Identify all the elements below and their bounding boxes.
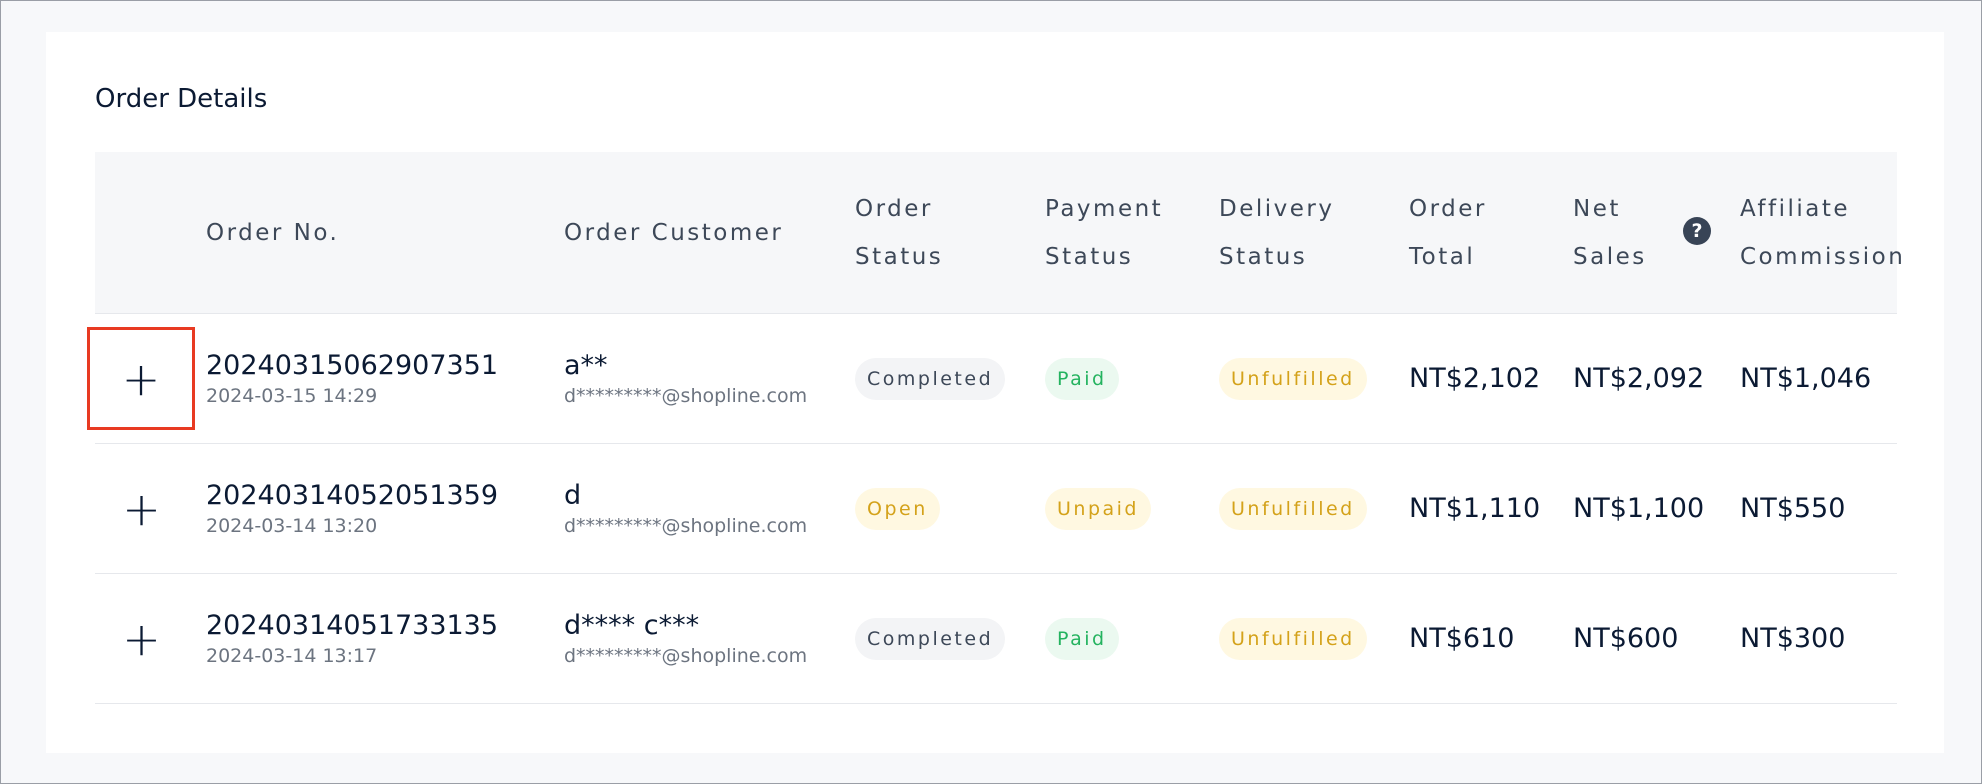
expand-row-plus-icon[interactable]: + — [95, 574, 188, 703]
net-sales-value: NT$1,100 — [1573, 493, 1705, 524]
delivery-status-badge: Unfulfilled — [1219, 487, 1367, 530]
header-net-sales[interactable]: Net Sales — [1573, 152, 1647, 313]
order-status-cell: Open — [855, 444, 940, 573]
order-no-cell: 20240315062907351 2024-03-15 14:29 — [206, 314, 498, 443]
header-payment-status-line1: Payment — [1045, 195, 1164, 222]
payment-status-cell: Paid — [1045, 314, 1119, 443]
order-status-cell: Completed — [855, 314, 1006, 443]
header-delivery-status[interactable]: Delivery Status — [1219, 152, 1334, 313]
header-net-sales-line2: Sales — [1573, 243, 1647, 270]
customer-name: d**** c*** — [564, 609, 700, 641]
delivery-status-cell: Unfulfilled — [1219, 574, 1367, 703]
order-table: Order No. Order Customer Order Status Pa… — [87, 152, 1903, 704]
customer-email: d*********@shopline.com — [564, 384, 808, 407]
header-affiliate-commission[interactable]: Affiliate Commission — [1740, 152, 1905, 313]
header-order-total-line2: Total — [1409, 243, 1476, 270]
order-total-cell: NT$1,110 — [1409, 444, 1540, 573]
order-number[interactable]: 20240314052051359 — [206, 479, 498, 513]
order-total-value: NT$1,110 — [1409, 493, 1541, 524]
header-order-total-line1: Order — [1409, 195, 1487, 222]
affiliate-commission-cell: NT$300 — [1740, 574, 1845, 703]
order-status-badge: Open — [855, 487, 940, 530]
net-sales-cell: NT$2,092 — [1573, 314, 1704, 443]
customer-email: d*********@shopline.com — [564, 514, 808, 537]
header-order-total[interactable]: Order Total — [1409, 152, 1487, 313]
affiliate-commission-cell: NT$1,046 — [1740, 314, 1871, 443]
header-payment-status[interactable]: Payment Status — [1045, 152, 1163, 313]
affiliate-commission-value: NT$550 — [1740, 493, 1846, 524]
header-order-status-line1: Order — [855, 195, 933, 222]
header-delivery-status-line2: Status — [1219, 243, 1308, 270]
affiliate-commission-value: NT$300 — [1740, 623, 1846, 654]
delivery-status-badge: Unfulfilled — [1219, 357, 1367, 400]
table-row: + 20240315062907351 2024-03-15 14:29 a**… — [87, 314, 1897, 444]
order-total-cell: NT$610 — [1409, 574, 1514, 703]
table-row: + 20240314051733135 2024-03-14 13:17 d**… — [95, 574, 1897, 704]
customer-email: d*********@shopline.com — [564, 644, 808, 667]
order-status-badge: Completed — [855, 357, 1006, 400]
customer-cell: d**** c*** d*********@shopline.com — [564, 574, 807, 703]
header-net-sales-line1: Net — [1573, 195, 1621, 222]
order-status-badge: Completed — [855, 617, 1006, 660]
net-sales-cell: NT$600 — [1573, 574, 1678, 703]
order-number[interactable]: 20240314051733135 — [206, 609, 498, 643]
net-sales-value: NT$600 — [1573, 623, 1679, 654]
table-row: + 20240314052051359 2024-03-14 13:20 d d… — [95, 444, 1897, 574]
net-sales-value: NT$2,092 — [1573, 363, 1705, 394]
header-order-customer[interactable]: Order Customer — [564, 152, 783, 313]
payment-status-cell: Unpaid — [1045, 444, 1151, 573]
header-affiliate-commission-line2: Commission — [1740, 243, 1906, 270]
expand-row-plus-icon[interactable]: + — [87, 327, 195, 430]
delivery-status-cell: Unfulfilled — [1219, 314, 1367, 443]
affiliate-commission-cell: NT$550 — [1740, 444, 1845, 573]
header-affiliate-commission-line1: Affiliate — [1740, 195, 1851, 222]
order-total-cell: NT$2,102 — [1409, 314, 1540, 443]
affiliate-commission-value: NT$1,046 — [1740, 363, 1872, 394]
customer-name: d — [564, 479, 582, 511]
header-order-no-label: Order No. — [206, 219, 340, 246]
net-sales-cell: NT$1,100 — [1573, 444, 1704, 573]
order-total-value: NT$2,102 — [1409, 363, 1541, 394]
customer-cell: a** d*********@shopline.com — [564, 314, 807, 443]
order-total-value: NT$610 — [1409, 623, 1515, 654]
header-delivery-status-line1: Delivery — [1219, 195, 1335, 222]
payment-status-badge: Unpaid — [1045, 487, 1151, 530]
customer-cell: d d*********@shopline.com — [564, 444, 807, 573]
customer-name: a** — [564, 349, 608, 381]
payment-status-badge: Paid — [1045, 617, 1119, 660]
header-order-status-line2: Status — [855, 243, 944, 270]
delivery-status-cell: Unfulfilled — [1219, 444, 1367, 573]
payment-status-cell: Paid — [1045, 574, 1119, 703]
order-date: 2024-03-15 14:29 — [206, 384, 378, 407]
section-title: Order Details — [95, 84, 268, 114]
page-frame: Order Details Order No. Order Customer O… — [0, 0, 1982, 784]
header-order-status[interactable]: Order Status — [855, 152, 943, 313]
order-status-cell: Completed — [855, 574, 1006, 703]
order-date: 2024-03-14 13:17 — [206, 644, 378, 667]
order-no-cell: 20240314051733135 2024-03-14 13:17 — [206, 574, 498, 703]
net-sales-help-icon[interactable]: ? — [1683, 217, 1711, 245]
header-order-no[interactable]: Order No. — [206, 152, 339, 313]
order-details-card: Order Details Order No. Order Customer O… — [46, 32, 1944, 753]
header-payment-status-line2: Status — [1045, 243, 1134, 270]
table-header: Order No. Order Customer Order Status Pa… — [95, 152, 1903, 314]
expand-row-plus-icon[interactable]: + — [95, 444, 188, 573]
order-date: 2024-03-14 13:20 — [206, 514, 378, 537]
header-order-customer-label: Order Customer — [564, 219, 784, 246]
delivery-status-badge: Unfulfilled — [1219, 617, 1367, 660]
order-no-cell: 20240314052051359 2024-03-14 13:20 — [206, 444, 498, 573]
order-number[interactable]: 20240315062907351 — [206, 349, 498, 383]
payment-status-badge: Paid — [1045, 357, 1119, 400]
